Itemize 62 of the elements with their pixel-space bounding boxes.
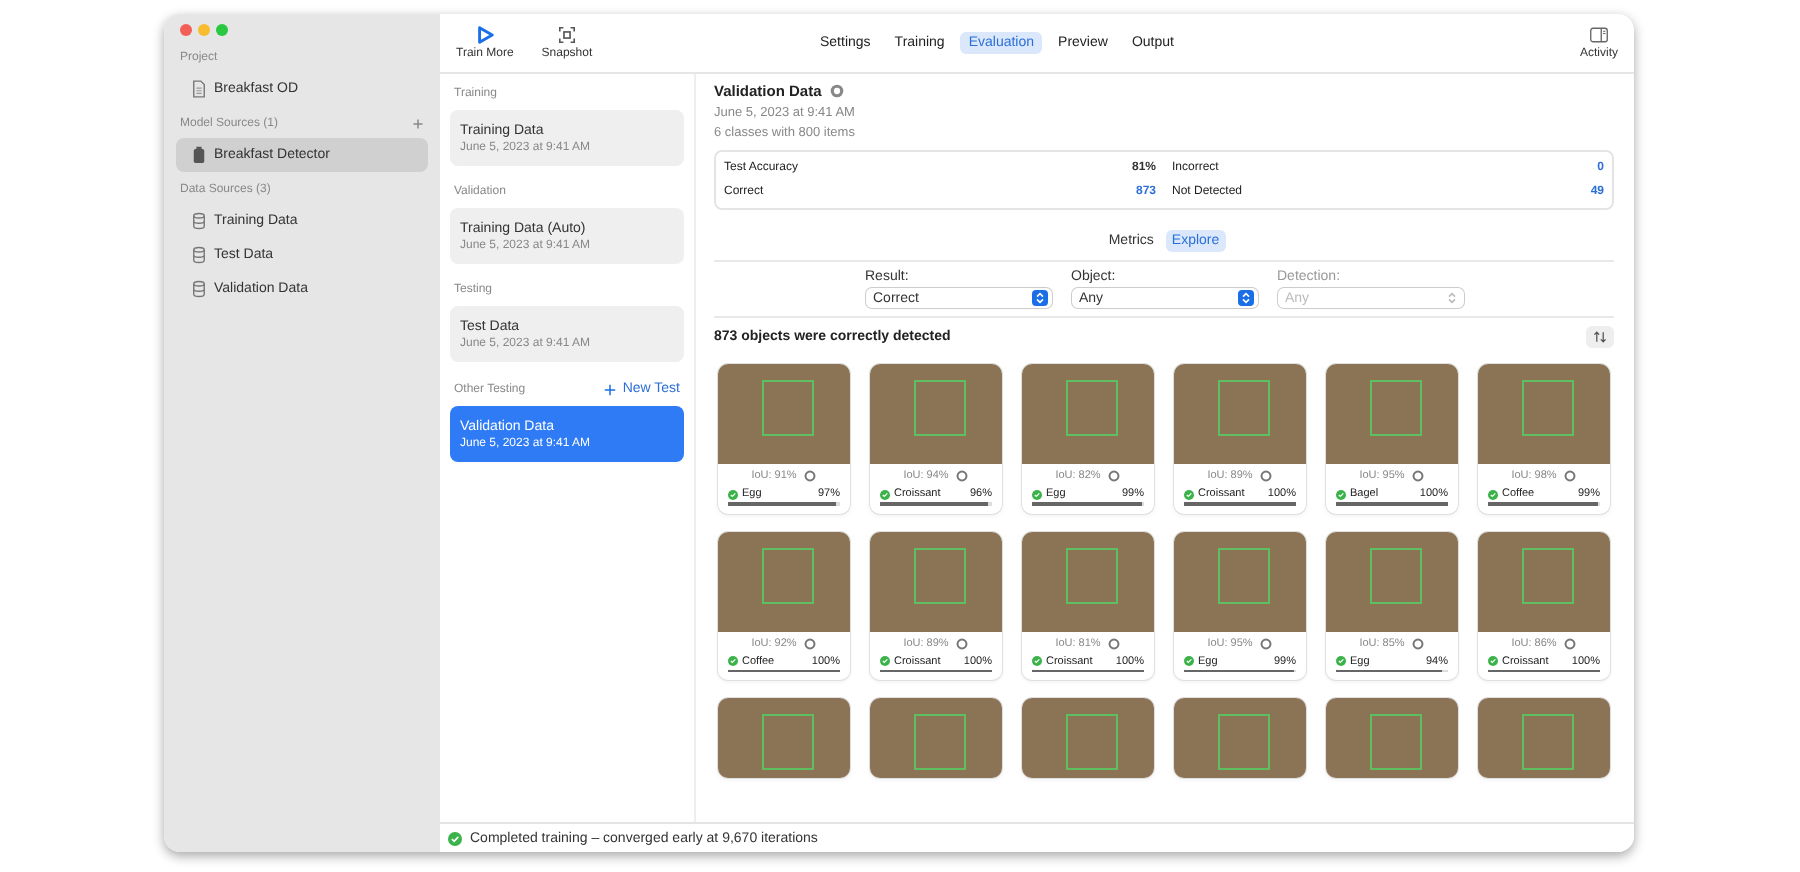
ring-icon (1108, 470, 1121, 482)
detection-box (1066, 714, 1118, 770)
check-icon (880, 489, 890, 499)
add-icon (604, 383, 617, 395)
detection-box (1218, 547, 1270, 603)
check-icon (1032, 489, 1042, 499)
detection-box (914, 714, 966, 770)
detection-box (1218, 380, 1270, 436)
ring-icon (804, 470, 817, 482)
check-icon (1336, 489, 1346, 499)
ring-icon (1564, 637, 1577, 649)
detection-box (1218, 714, 1270, 770)
stepper-icon (1443, 290, 1459, 306)
database-icon (192, 212, 206, 230)
ring-icon (1260, 637, 1273, 649)
sort-icon (1592, 330, 1608, 344)
model-icon (192, 146, 206, 164)
ring-icon (1412, 470, 1425, 482)
check-icon (1488, 656, 1498, 666)
play-icon (475, 26, 494, 44)
detection-box (1370, 714, 1422, 770)
ring-icon (1260, 470, 1273, 482)
detection-box (762, 547, 814, 603)
ring-icon (1412, 637, 1425, 649)
detection-box (762, 380, 814, 436)
check-icon (1336, 656, 1346, 666)
detection-box (1066, 547, 1118, 603)
check-icon (880, 656, 890, 666)
check-icon (728, 656, 738, 666)
database-icon (192, 280, 206, 298)
check-icon (448, 831, 462, 845)
sidebar-panel-icon (1589, 26, 1608, 44)
detection-box (914, 380, 966, 436)
check-icon (1488, 489, 1498, 499)
zoom-button[interactable] (216, 24, 228, 36)
add-icon[interactable] (412, 118, 424, 130)
detection-box (1522, 380, 1574, 436)
minimize-button[interactable] (198, 24, 210, 36)
detection-box (1066, 380, 1118, 436)
database-icon (192, 246, 206, 264)
snapshot-icon (557, 26, 576, 44)
close-button[interactable] (180, 24, 192, 36)
detection-box (1370, 547, 1422, 603)
detection-box (1522, 547, 1574, 603)
detection-box (762, 714, 814, 770)
detection-box (1370, 380, 1422, 436)
check-icon (1184, 656, 1194, 666)
ring-icon (956, 470, 969, 482)
document-icon (192, 80, 206, 98)
stepper-icon (1237, 290, 1253, 306)
detection-box (914, 547, 966, 603)
check-icon (1032, 656, 1042, 666)
ring-icon (804, 637, 817, 649)
ring-icon (1564, 470, 1577, 482)
sort-button[interactable] (1586, 326, 1614, 348)
detection-box (1522, 714, 1574, 770)
check-icon (728, 489, 738, 499)
check-icon (1184, 489, 1194, 499)
info-icon[interactable] (829, 84, 844, 98)
ring-icon (956, 637, 969, 649)
ring-icon (1108, 637, 1121, 649)
stepper-icon (1031, 290, 1047, 306)
